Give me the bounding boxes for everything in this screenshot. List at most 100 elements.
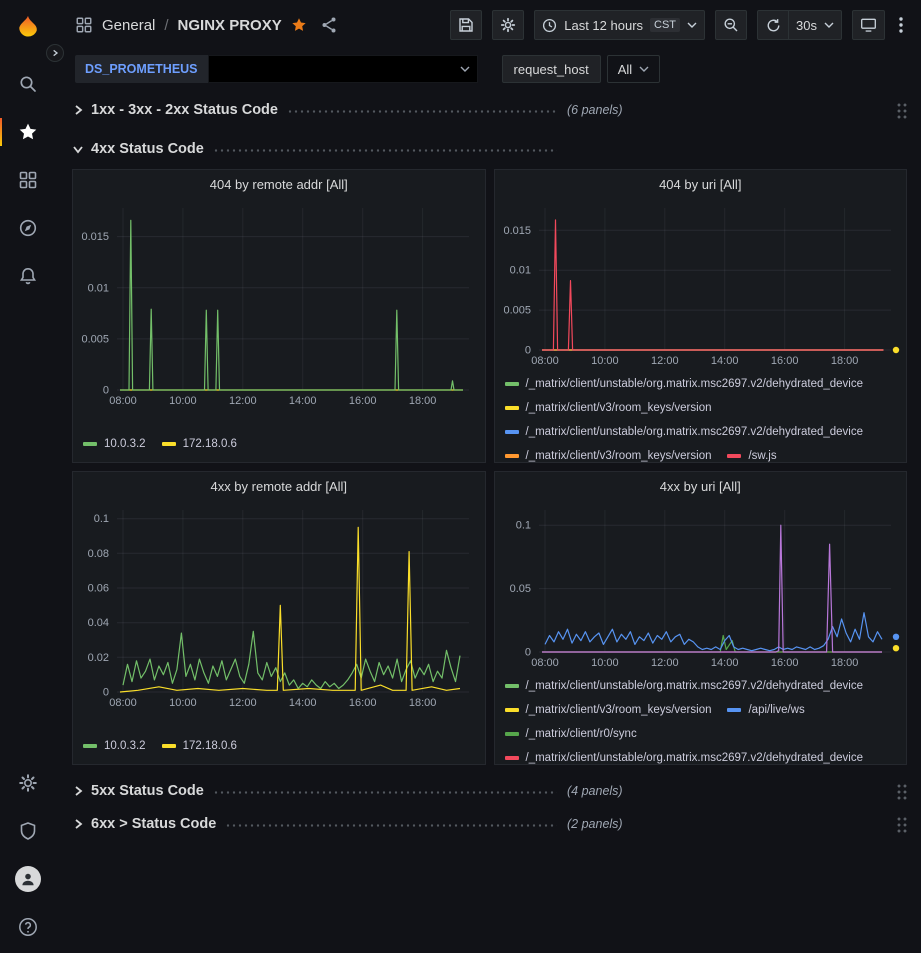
sidebar-expand-button[interactable] (46, 44, 64, 62)
apps-grid-icon[interactable] (75, 16, 93, 34)
svg-text:0.1: 0.1 (94, 513, 109, 525)
legend-item[interactable]: /_matrix/client/r0/sync (505, 722, 637, 746)
dashboard-row-4xx[interactable]: 4xx Status Code (72, 136, 907, 162)
svg-text:0.05: 0.05 (509, 583, 530, 595)
sidebar-item-alerting[interactable] (0, 252, 55, 300)
kebab-icon (899, 17, 903, 33)
panel-title[interactable]: 404 by uri [All] (495, 170, 907, 198)
timeseries-chart[interactable]: 08:0010:0012:0014:0016:0018:0000.050.1 (497, 500, 905, 672)
sidebar-item-profile[interactable] (0, 855, 55, 903)
legend-swatch (505, 684, 519, 688)
legend-item[interactable]: /sw.js (727, 444, 776, 462)
shield-icon (18, 821, 38, 841)
legend-item[interactable]: /_matrix/client/v3/room_keys/version (505, 396, 712, 420)
sidebar-item-dashboards[interactable] (0, 156, 55, 204)
panel-title[interactable]: 4xx by remote addr [All] (73, 472, 485, 500)
breadcrumb-separator: / (164, 17, 168, 34)
chevron-down-icon (824, 22, 834, 28)
row-drag-handle[interactable] (896, 816, 907, 833)
svg-text:18:00: 18:00 (409, 395, 437, 407)
svg-text:14:00: 14:00 (289, 697, 317, 709)
timezone-badge: CST (650, 18, 680, 32)
row-drag-handle[interactable] (896, 783, 907, 800)
favorite-star-icon[interactable] (291, 17, 307, 33)
svg-text:0: 0 (524, 345, 530, 357)
svg-text:0.08: 0.08 (88, 548, 109, 560)
grafana-logo[interactable] (13, 14, 43, 44)
dotted-leader (287, 109, 557, 114)
share-icon[interactable] (320, 16, 338, 34)
legend-item[interactable]: /_matrix/client/unstable/org.matrix.msc2… (505, 674, 864, 698)
clock-icon (542, 18, 557, 33)
zoom-out-icon (723, 17, 739, 33)
legend-item[interactable]: /_matrix/client/unstable/org.matrix.msc2… (505, 420, 864, 444)
svg-text:0.01: 0.01 (88, 282, 109, 294)
panel-404-by-remote-addr: 404 by remote addr [All] 08:0010:0012:00… (72, 169, 486, 463)
sidebar-item-configuration[interactable] (0, 759, 55, 807)
sidebar-item-help[interactable] (0, 903, 55, 951)
legend-item[interactable]: 10.0.3.2 (83, 435, 146, 453)
datasource-variable-select[interactable] (208, 55, 478, 83)
svg-text:16:00: 16:00 (349, 395, 377, 407)
zoom-out-button[interactable] (715, 10, 747, 40)
legend-label: /api/live/ws (748, 704, 804, 716)
timeseries-chart[interactable]: 08:0010:0012:0014:0016:0018:0000.0050.01… (497, 198, 905, 370)
refresh-interval-button[interactable]: 30s (788, 10, 842, 40)
request-host-variable-label[interactable]: request_host (502, 55, 601, 83)
refresh-button[interactable] (757, 10, 789, 40)
time-range-picker[interactable]: Last 12 hours CST (534, 10, 705, 40)
svg-text:12:00: 12:00 (651, 657, 679, 669)
svg-text:18:00: 18:00 (830, 657, 858, 669)
legend-swatch (505, 756, 519, 760)
legend-item[interactable]: /api/live/ws (727, 698, 804, 722)
datasource-variable-label[interactable]: DS_PROMETHEUS (75, 55, 208, 83)
kebab-menu-button[interactable] (895, 17, 907, 33)
dashboard-settings-button[interactable] (492, 10, 524, 40)
svg-text:08:00: 08:00 (531, 657, 559, 669)
timeseries-chart[interactable]: 08:0010:0012:0014:0016:0018:0000.020.040… (75, 500, 483, 712)
panel-title[interactable]: 404 by remote addr [All] (73, 170, 485, 198)
dashboard-row-5xx[interactable]: 5xx Status Code (4 panels) (72, 778, 907, 804)
breadcrumb-folder[interactable]: General (102, 17, 155, 34)
dotted-leader (225, 823, 557, 828)
legend-label: 10.0.3.2 (104, 740, 146, 752)
sidebar-item-explore[interactable] (0, 204, 55, 252)
legend-item[interactable]: /_matrix/client/unstable/org.matrix.msc2… (505, 372, 864, 396)
row-title: 6xx > Status Code (91, 816, 216, 832)
legend-swatch (505, 406, 519, 410)
legend-swatch (727, 454, 741, 458)
svg-text:14:00: 14:00 (710, 657, 738, 669)
panel-title[interactable]: 4xx by uri [All] (495, 472, 907, 500)
svg-text:12:00: 12:00 (651, 355, 679, 367)
svg-text:0.04: 0.04 (88, 617, 109, 629)
legend-item[interactable]: 10.0.3.2 (83, 737, 146, 755)
gear-icon (500, 17, 516, 33)
legend-item[interactable]: /_matrix/client/unstable/org.matrix.msc2… (505, 746, 864, 764)
legend: /_matrix/client/unstable/org.matrix.msc2… (495, 672, 907, 764)
sidebar-item-server-admin[interactable] (0, 807, 55, 855)
tv-mode-button[interactable] (852, 10, 885, 40)
refresh-picker: 30s (757, 10, 842, 40)
svg-text:0: 0 (103, 385, 109, 397)
legend-swatch (83, 442, 97, 446)
svg-text:16:00: 16:00 (770, 657, 798, 669)
sidebar-item-search[interactable] (0, 60, 55, 108)
legend-item[interactable]: /_matrix/client/v3/room_keys/version (505, 444, 712, 462)
dashboard-row-1xx-3xx-2xx[interactable]: 1xx - 3xx - 2xx Status Code (6 panels) (72, 97, 907, 123)
legend-item[interactable]: 172.18.0.6 (162, 737, 237, 755)
timeseries-chart[interactable]: 08:0010:0012:0014:0016:0018:0000.0050.01… (75, 198, 483, 410)
panel-grid: 404 by remote addr [All] 08:0010:0012:00… (72, 169, 907, 765)
legend-label: /_matrix/client/unstable/org.matrix.msc2… (526, 378, 864, 390)
legend-label: /_matrix/client/unstable/org.matrix.msc2… (526, 680, 864, 692)
dashboard-title[interactable]: NGINX PROXY (178, 17, 282, 34)
legend-label: 172.18.0.6 (183, 740, 237, 752)
dashboard-row-6xx[interactable]: 6xx > Status Code (2 panels) (72, 811, 907, 837)
svg-text:0.015: 0.015 (503, 225, 531, 237)
sidebar-item-starred[interactable] (0, 108, 55, 156)
row-drag-handle[interactable] (896, 102, 907, 119)
legend-item[interactable]: 172.18.0.6 (162, 435, 237, 453)
request-host-variable-select[interactable]: All (607, 55, 660, 83)
save-dashboard-button[interactable] (450, 10, 482, 40)
svg-text:18:00: 18:00 (409, 697, 437, 709)
legend-item[interactable]: /_matrix/client/v3/room_keys/version (505, 698, 712, 722)
